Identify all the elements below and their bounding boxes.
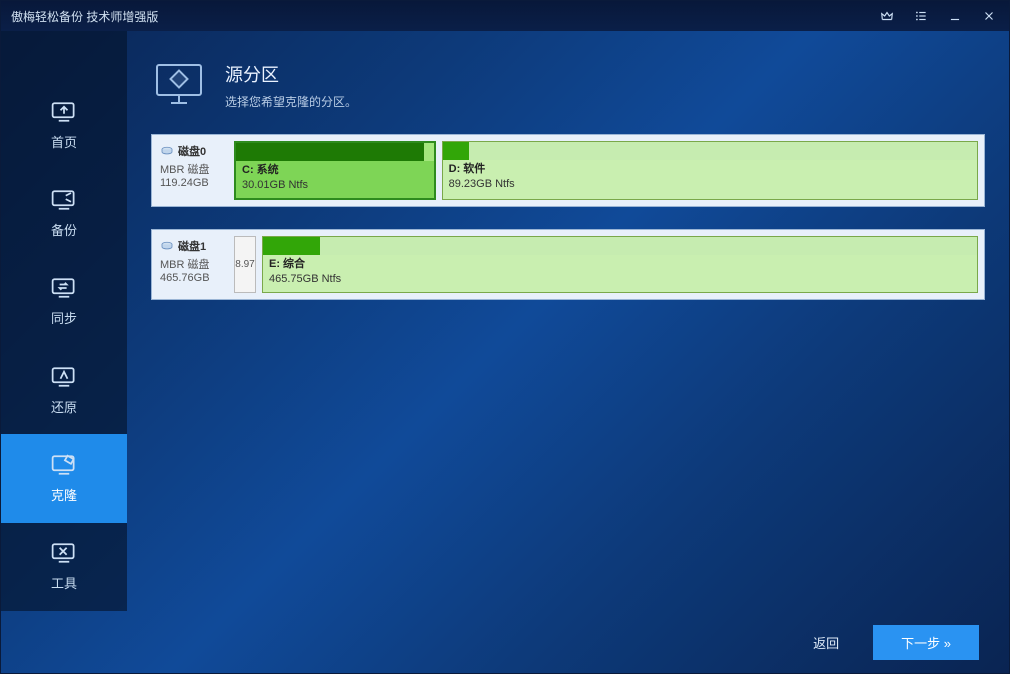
disks-container: 磁盘0 MBR 磁盘 119.24GB C: 系统 30.01GB Ntfs D… (151, 134, 985, 322)
sidebar: 首页 备份 同步 还原 克隆 工具 (1, 31, 127, 611)
partition-used-fill (236, 143, 424, 161)
disk-type: MBR 磁盘 (160, 161, 232, 177)
page-header: 源分区 选择您希望克隆的分区。 (151, 61, 985, 110)
sidebar-item-label: 同步 (51, 308, 77, 327)
titlebar: 傲梅轻松备份 技术师增强版 (1, 1, 1009, 31)
partitions-row: C: 系统 30.01GB Ntfs D: 软件 89.23GB Ntfs (234, 141, 978, 200)
minimize-icon[interactable] (945, 6, 965, 26)
sidebar-item-home[interactable]: 首页 (1, 81, 127, 169)
disk-icon (160, 146, 174, 156)
partition-tiny[interactable]: 8.97 (234, 236, 256, 293)
partition[interactable]: E: 综合 465.75GB Ntfs (262, 236, 978, 293)
partition-usage-bar (443, 142, 977, 160)
page-subtitle: 选择您希望克隆的分区。 (225, 93, 357, 110)
clone-icon (50, 453, 78, 477)
partition-label: C: 系统 30.01GB Ntfs (236, 161, 434, 198)
partition-name: E: 综合 (269, 257, 971, 272)
sidebar-item-tools[interactable]: 工具 (1, 523, 127, 611)
partition-usage-bar (263, 237, 977, 255)
disk-name: 磁盘1 (178, 238, 206, 254)
sidebar-item-label: 还原 (51, 397, 77, 416)
disk-size: 465.76GB (160, 272, 232, 284)
partition-used-fill (443, 142, 470, 160)
disk-info: 磁盘0 MBR 磁盘 119.24GB (158, 141, 234, 200)
content: 源分区 选择您希望克隆的分区。 磁盘0 MBR 磁盘 119.24GB C: 系… (127, 31, 1009, 611)
monitor-clone-icon (151, 61, 207, 109)
sidebar-item-label: 工具 (51, 573, 77, 592)
close-icon[interactable] (979, 6, 999, 26)
restore-icon (50, 365, 78, 389)
partition-size: 30.01GB Ntfs (242, 178, 428, 193)
partition[interactable]: D: 软件 89.23GB Ntfs (442, 141, 978, 200)
sidebar-item-label: 首页 (51, 132, 77, 151)
crown-icon[interactable] (877, 6, 897, 26)
partition-size: 465.75GB Ntfs (269, 272, 971, 287)
disk-name: 磁盘0 (178, 143, 206, 159)
partition-name: C: 系统 (242, 163, 428, 178)
footer: 返回 下一步 » (1, 611, 1009, 673)
sidebar-item-label: 克隆 (51, 485, 77, 504)
disk-type: MBR 磁盘 (160, 256, 232, 272)
disk-icon (160, 241, 174, 251)
app-title: 傲梅轻松备份 技术师增强版 (11, 8, 158, 25)
page-title: 源分区 (225, 61, 357, 87)
page-header-text: 源分区 选择您希望克隆的分区。 (225, 61, 357, 110)
partition[interactable]: C: 系统 30.01GB Ntfs (234, 141, 436, 200)
sidebar-item-sync[interactable]: 同步 (1, 258, 127, 346)
partition-name: D: 软件 (449, 162, 971, 177)
sync-icon (50, 276, 78, 300)
partition-label: D: 软件 89.23GB Ntfs (443, 160, 977, 197)
sidebar-item-backup[interactable]: 备份 (1, 169, 127, 257)
sidebar-item-clone[interactable]: 克隆 (1, 434, 127, 522)
main: 首页 备份 同步 还原 克隆 工具 源分区 选择您希望克隆 (1, 31, 1009, 611)
sidebar-item-label: 备份 (51, 220, 77, 239)
partition-label: E: 综合 465.75GB Ntfs (263, 255, 977, 292)
disk-info: 磁盘1 MBR 磁盘 465.76GB (158, 236, 234, 293)
disk-size: 119.24GB (160, 177, 232, 189)
back-button[interactable]: 返回 (799, 627, 853, 658)
home-icon (50, 100, 78, 124)
tools-icon (50, 541, 78, 565)
disk-panel: 磁盘1 MBR 磁盘 465.76GB 8.97 E: 综合 465.75GB … (151, 229, 985, 300)
sidebar-item-restore[interactable]: 还原 (1, 346, 127, 434)
partition-used-fill (263, 237, 320, 255)
next-button-label: 下一步 » (901, 633, 951, 652)
partitions-row: 8.97 E: 综合 465.75GB Ntfs (234, 236, 978, 293)
menu-icon[interactable] (911, 6, 931, 26)
partition-size: 89.23GB Ntfs (449, 177, 971, 192)
titlebar-controls (877, 6, 999, 26)
next-button[interactable]: 下一步 » (873, 625, 979, 660)
backup-icon (50, 188, 78, 212)
partition-usage-bar (236, 143, 434, 161)
disk-panel: 磁盘0 MBR 磁盘 119.24GB C: 系统 30.01GB Ntfs D… (151, 134, 985, 207)
